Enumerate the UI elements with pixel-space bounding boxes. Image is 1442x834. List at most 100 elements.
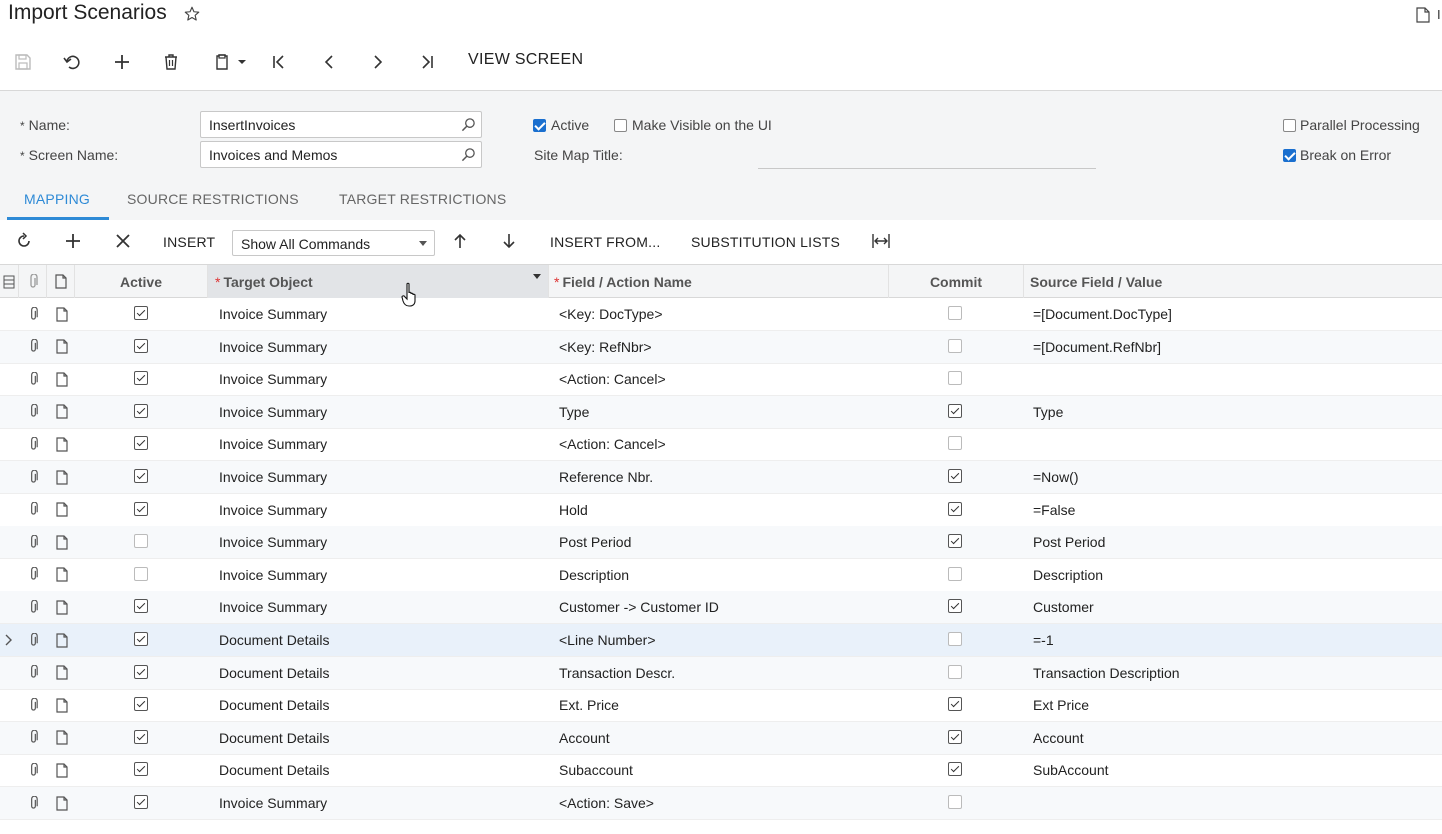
table-row[interactable]: Invoice Summary Customer -> Customer ID Cu… xyxy=(0,591,1442,625)
note-icon[interactable] xyxy=(56,657,68,689)
note-icon[interactable] xyxy=(56,494,68,526)
field-action-cell[interactable]: <Key: DocType> xyxy=(559,298,663,330)
paperclip-icon[interactable] xyxy=(28,787,39,819)
table-row[interactable]: Document Details Account Account xyxy=(0,721,1442,755)
note-icon[interactable] xyxy=(56,591,68,623)
star-icon[interactable] xyxy=(183,5,201,23)
screen-name-field[interactable]: Invoices and Memos xyxy=(200,141,482,168)
commit-checkbox[interactable] xyxy=(948,338,962,353)
source-field-cell[interactable]: SubAccount xyxy=(1033,754,1109,786)
source-field-cell[interactable]: Transaction Description xyxy=(1033,657,1180,689)
field-action-cell[interactable]: <Action: Cancel> xyxy=(559,428,666,460)
field-action-cell[interactable]: Transaction Descr. xyxy=(559,657,675,689)
table-row[interactable]: Document Details Transaction Descr. Transa… xyxy=(0,656,1442,690)
table-row[interactable]: Document Details Ext. Price Ext Price xyxy=(0,689,1442,723)
paperclip-icon[interactable] xyxy=(28,331,39,363)
add-row-button[interactable] xyxy=(64,232,82,250)
field-action-cell[interactable]: Hold xyxy=(559,494,588,526)
note-icon[interactable] xyxy=(56,559,68,591)
table-row[interactable]: Invoice Summary Post Period Post Period xyxy=(0,526,1442,560)
target-object-cell[interactable]: Invoice Summary xyxy=(219,331,327,363)
note-icon[interactable] xyxy=(56,624,68,656)
source-field-cell[interactable]: Account xyxy=(1033,722,1084,754)
commit-checkbox[interactable] xyxy=(948,501,962,516)
field-action-cell[interactable]: Post Period xyxy=(559,526,631,558)
active-checkbox[interactable] xyxy=(134,795,148,809)
active-checkbox[interactable] xyxy=(134,697,148,712)
target-object-cell[interactable]: Document Details xyxy=(219,722,330,754)
field-action-cell[interactable]: Account xyxy=(559,722,610,754)
note-icon[interactable] xyxy=(56,428,68,460)
target-object-cell[interactable]: Invoice Summary xyxy=(219,461,327,493)
note-icon[interactable] xyxy=(56,298,68,330)
note-icon[interactable] xyxy=(56,787,68,819)
note-icon[interactable] xyxy=(56,461,68,493)
paperclip-icon[interactable] xyxy=(28,526,39,558)
paperclip-icon[interactable] xyxy=(28,298,39,330)
note-icon[interactable] xyxy=(56,689,68,721)
table-row[interactable]: Invoice Summary Hold =False xyxy=(0,494,1442,527)
source-field-cell[interactable]: Post Period xyxy=(1033,526,1105,558)
table-row[interactable]: Invoice Summary <Action: Cancel> xyxy=(0,363,1442,397)
clipboard-button[interactable] xyxy=(208,50,252,74)
source-field-cell[interactable]: =False xyxy=(1033,494,1075,526)
field-action-cell[interactable]: <Action: Save> xyxy=(559,787,654,819)
parallel-processing-checkbox[interactable] xyxy=(1283,119,1296,132)
target-object-cell[interactable]: Invoice Summary xyxy=(219,526,327,558)
table-row[interactable]: Invoice Summary <Action: Cancel> xyxy=(0,428,1442,462)
target-object-cell[interactable]: Invoice Summary xyxy=(219,494,327,526)
target-object-cell[interactable]: Document Details xyxy=(219,624,330,656)
field-action-cell[interactable]: <Action: Cancel> xyxy=(559,363,666,395)
commit-checkbox[interactable] xyxy=(948,566,962,581)
fit-columns-button[interactable] xyxy=(871,232,891,250)
commit-checkbox[interactable] xyxy=(948,371,962,386)
active-checkbox[interactable] xyxy=(533,119,546,132)
table-row[interactable]: Invoice Summary <Key: RefNbr> =[Document.R… xyxy=(0,330,1442,364)
commit-checkbox[interactable] xyxy=(948,697,962,712)
note-icon[interactable] xyxy=(56,526,68,558)
field-action-cell[interactable]: <Key: RefNbr> xyxy=(559,331,652,363)
field-action-cell[interactable]: Type xyxy=(559,396,589,428)
source-field-cell[interactable]: =Now() xyxy=(1033,461,1079,493)
first-record-button[interactable] xyxy=(266,50,292,74)
commit-checkbox[interactable] xyxy=(948,306,962,320)
paperclip-icon[interactable] xyxy=(28,591,39,623)
paperclip-icon[interactable] xyxy=(28,689,39,721)
target-object-cell[interactable]: Invoice Summary xyxy=(219,298,327,330)
tab-source-restrictions[interactable]: SOURCE RESTRICTIONS xyxy=(127,191,299,207)
note-icon[interactable] xyxy=(56,722,68,754)
table-row[interactable]: Invoice Summary <Action: Save> xyxy=(0,787,1442,820)
paperclip-icon[interactable] xyxy=(28,754,39,786)
search-icon[interactable] xyxy=(461,147,476,162)
search-icon[interactable] xyxy=(461,117,476,132)
active-checkbox[interactable] xyxy=(134,306,148,320)
commit-checkbox[interactable] xyxy=(948,664,962,679)
paperclip-icon[interactable] xyxy=(28,559,39,591)
paperclip-icon[interactable] xyxy=(28,428,39,460)
field-action-cell[interactable]: Reference Nbr. xyxy=(559,461,653,493)
table-row[interactable]: Document Details <Line Number> =-1 xyxy=(0,624,1442,657)
table-row[interactable]: Invoice Summary Type Type xyxy=(0,395,1442,429)
note-icon[interactable] xyxy=(56,363,68,395)
target-object-cell[interactable]: Document Details xyxy=(219,657,330,689)
delete-button[interactable] xyxy=(158,50,184,74)
active-checkbox[interactable] xyxy=(134,371,148,386)
target-object-cell[interactable]: Document Details xyxy=(219,754,330,786)
active-checkbox[interactable] xyxy=(134,762,148,777)
source-field-cell[interactable]: Ext Price xyxy=(1033,689,1089,721)
paperclip-icon[interactable] xyxy=(28,722,39,754)
source-field-cell[interactable]: =-1 xyxy=(1033,624,1054,656)
commit-checkbox[interactable] xyxy=(948,795,962,809)
active-checkbox[interactable] xyxy=(134,599,148,614)
substitution-lists-button[interactable]: SUBSTITUTION LISTS xyxy=(691,234,840,250)
active-checkbox[interactable] xyxy=(134,632,148,646)
target-object-cell[interactable]: Invoice Summary xyxy=(219,428,327,460)
command-filter-select[interactable]: Show All Commands xyxy=(232,230,435,256)
last-record-button[interactable] xyxy=(414,50,440,74)
source-field-cell[interactable]: Description xyxy=(1033,559,1103,591)
table-row[interactable]: Invoice Summary <Key: DocType> =[Document.… xyxy=(0,298,1442,331)
active-checkbox[interactable] xyxy=(134,566,148,581)
add-button[interactable] xyxy=(109,50,135,74)
table-row[interactable]: Invoice Summary Description Description xyxy=(0,559,1442,592)
note-icon[interactable] xyxy=(56,331,68,363)
